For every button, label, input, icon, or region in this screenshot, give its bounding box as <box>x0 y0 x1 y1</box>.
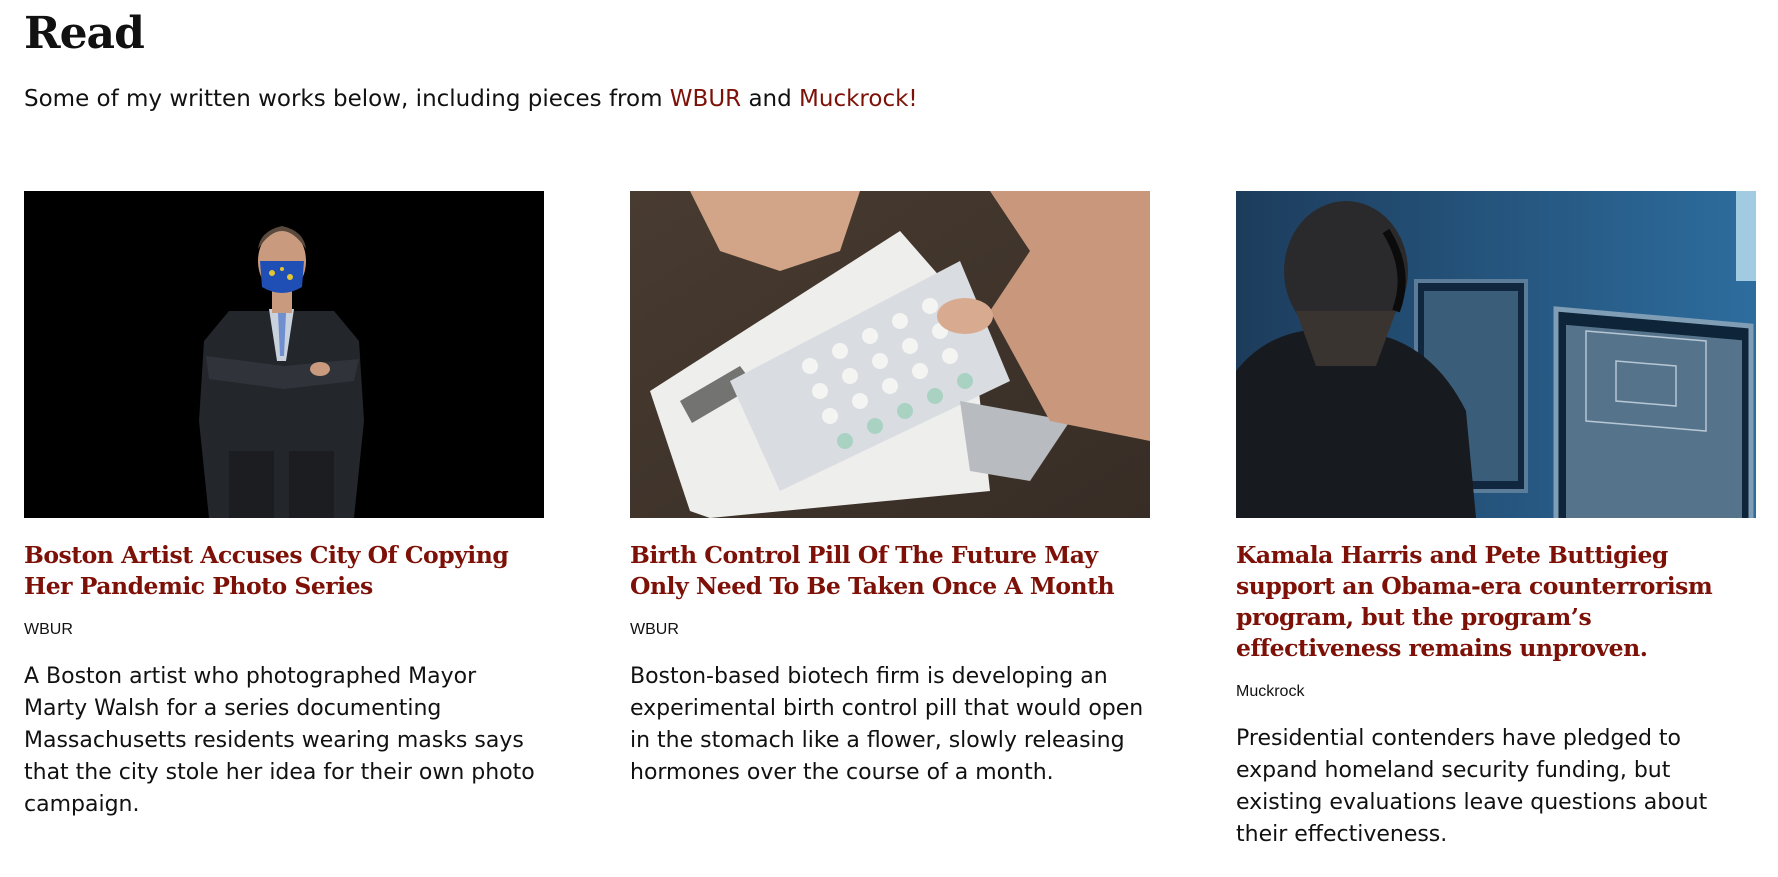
article-image-link[interactable] <box>24 191 544 518</box>
article-title[interactable]: Boston Artist Accuses City Of Copying He… <box>24 540 544 602</box>
article-grid: Boston Artist Accuses City Of Copying He… <box>24 191 1756 877</box>
intro-prefix: Some of my written works below, includin… <box>24 86 670 112</box>
article-summary: A Boston artist who photographed Mayor M… <box>24 664 535 817</box>
intro-middle: and <box>741 86 800 112</box>
portrait-masked-man-photo <box>24 191 544 518</box>
article-title[interactable]: Kamala Harris and Pete Buttigieg support… <box>1236 540 1756 664</box>
article-source: WBUR <box>630 621 679 638</box>
article-source: Muckrock <box>1236 683 1305 700</box>
article-title[interactable]: Birth Control Pill Of The Future May Onl… <box>630 540 1150 602</box>
muckrock-link[interactable]: Muckrock! <box>799 86 918 112</box>
article-summary: Boston-based biotech firm is developing … <box>630 664 1144 785</box>
article-card: Birth Control Pill Of The Future May Onl… <box>630 191 1150 789</box>
wbur-link[interactable]: WBUR <box>670 86 741 112</box>
surveillance-monitors-photo <box>1236 191 1756 518</box>
article-card: Boston Artist Accuses City Of Copying He… <box>24 191 544 821</box>
birth-control-pack-photo <box>630 191 1150 518</box>
intro-text: Some of my written works below, includin… <box>24 86 918 112</box>
article-summary: Presidential contenders have pledged to … <box>1236 726 1708 847</box>
page-title: Read <box>24 8 145 59</box>
article-source: WBUR <box>24 621 73 638</box>
article-image-link[interactable] <box>1236 191 1756 518</box>
article-image-link[interactable] <box>630 191 1150 518</box>
article-card: Kamala Harris and Pete Buttigieg support… <box>1236 191 1756 851</box>
